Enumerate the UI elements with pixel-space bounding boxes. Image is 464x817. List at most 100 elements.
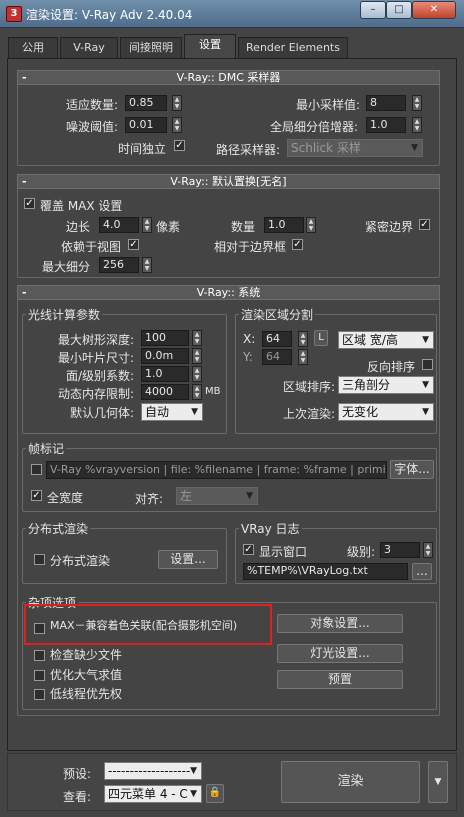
low-thread-checkbox[interactable] [34,689,45,700]
relative-bbox-checkbox[interactable]: ✓ [292,239,303,250]
region-y-field[interactable]: 64 [262,349,292,365]
region-y-spinner[interactable]: ▲ ▼ [298,349,308,365]
max-subdivs-spinner[interactable]: ▲ ▼ [142,257,152,273]
max-subdivs-field[interactable]: 256 [99,257,139,273]
edge-length-field[interactable]: 4.0 [99,217,139,233]
face-level-coef-label: 面/级别系数: [66,369,135,383]
preset-dropdown[interactable]: ------------------- ▼ [104,762,202,780]
tab-gi[interactable]: 间接照明 [120,37,182,58]
pixels-label: 像素 [156,220,181,234]
window-title: 渲染设置: V-Ray Adv 2.40.04 [26,8,193,22]
dmc-rollout-header[interactable]: - V-Ray:: DMC 采样器 [17,70,440,85]
full-width-label: 全宽度 [47,491,84,505]
region-mode-dropdown[interactable]: 区域 宽/高 ▼ [338,331,434,349]
log-level-field[interactable]: 3 [380,542,420,558]
tab-common[interactable]: 公用 [8,37,58,58]
min-leaf-size-spinner[interactable]: ▲ ▼ [192,348,202,364]
region-x-spinner[interactable]: ▲ ▼ [298,331,308,347]
log-level-spinner[interactable]: ▲ ▼ [423,542,433,558]
max-tree-depth-spinner[interactable]: ▲ ▼ [192,330,202,346]
tab-vray[interactable]: V-Ray [60,37,118,58]
max-tree-depth-field[interactable]: 100 [141,330,189,346]
region-y-label: Y: [243,350,253,364]
region-x-field[interactable]: 64 [262,331,292,347]
global-subdivs-label: 全局细分倍增器: [270,120,359,134]
log-path-field[interactable]: %TEMP%\VRayLog.txt [243,563,408,580]
max-compat-checkbox[interactable] [34,623,45,634]
dynamic-memory-field[interactable]: 4000 [141,384,189,400]
amount-label: 数量 [231,220,256,234]
lock-icon[interactable]: 🔒 [206,784,224,803]
light-settings-button[interactable]: 灯光设置... [277,644,403,663]
region-group-title: 渲染区域分割 [239,306,316,323]
previous-render-label: 上次渲染: [283,407,336,421]
region-sequence-dropdown[interactable]: 三角剖分 ▼ [338,376,434,394]
justify-dropdown[interactable]: 左 ▼ [176,487,258,505]
lock-xy-button[interactable]: L [314,330,328,346]
presets-button[interactable]: 预置 [277,670,403,689]
app-icon: 3 [6,6,22,22]
frame-stamp-checkbox[interactable] [31,464,42,475]
frame-stamp-text-field[interactable]: V-Ray %vrayversion | file: %filename | f… [46,461,387,479]
object-settings-button[interactable]: 对象设置... [277,614,403,633]
noise-threshold-spinner[interactable]: ▲ ▼ [172,117,182,133]
previous-render-dropdown[interactable]: 无变化 ▼ [338,403,434,421]
min-samples-field[interactable]: 8 [366,95,406,111]
max-tree-depth-label: 最大树形深度: [58,333,135,347]
noise-threshold-label: 噪波阈值: [66,120,119,134]
global-subdivs-field[interactable]: 1.0 [366,117,406,133]
adaptive-amount-label: 适应数量: [66,98,119,112]
check-missing-files-checkbox[interactable] [34,650,45,661]
tight-bounds-checkbox[interactable]: ✓ [419,219,430,230]
amount-spinner[interactable]: ▲ ▼ [306,217,316,233]
min-samples-label: 最小采样值: [296,98,361,112]
log-browse-button[interactable]: ... [412,563,432,580]
time-independent-checkbox[interactable]: ✓ [174,140,185,151]
edge-length-spinner[interactable]: ▲ ▼ [142,217,152,233]
system-rollout-header[interactable]: - V-Ray:: 系统 [17,285,440,300]
minimize-button[interactable]: – [360,1,386,19]
amount-field[interactable]: 1.0 [264,217,304,233]
min-leaf-size-label: 最小叶片尺寸: [58,351,135,365]
tight-bounds-label: 紧密边界 [365,220,414,234]
face-level-coef-field[interactable]: 1.0 [141,366,189,382]
default-geometry-dropdown[interactable]: 自动 ▼ [141,403,203,421]
min-samples-spinner[interactable]: ▲ ▼ [412,95,422,111]
view-dropdown[interactable]: 四元菜单 4 - C ▼ [104,785,202,803]
tab-settings[interactable]: 设置 [184,34,236,59]
override-max-checkbox[interactable]: ✓ [24,198,35,209]
optimize-atmo-checkbox[interactable] [34,670,45,681]
optimize-atmo-label: 优化大气求值 [50,668,123,682]
show-window-label: 显示窗口 [259,545,308,559]
adaptive-amount-spinner[interactable]: ▲ ▼ [172,95,182,111]
tab-render-elements[interactable]: Render Elements [238,37,348,58]
reverse-sequence-label: 反向排序 [367,360,416,374]
view-dependent-checkbox[interactable]: ✓ [128,239,139,250]
distributed-settings-button[interactable]: 设置... [158,550,218,569]
reverse-sequence-checkbox[interactable] [422,359,433,370]
distributed-render-checkbox[interactable] [34,554,45,565]
close-button[interactable]: ✕ [412,1,456,19]
face-level-coef-spinner[interactable]: ▲ ▼ [192,366,202,382]
adaptive-amount-field[interactable]: 0.85 [125,95,167,111]
dynamic-memory-label: 动态内存限制: [58,387,135,401]
relative-bbox-label: 相对于边界框 [214,240,287,254]
displacement-rollout-header[interactable]: - V-Ray:: 默认置换[无名] [17,174,440,189]
path-sampler-dropdown[interactable]: Schlick 采样 ▼ [287,139,423,157]
global-subdivs-spinner[interactable]: ▲ ▼ [412,117,422,133]
stamp-font-button[interactable]: 字体... [390,460,434,479]
frame-stamp-title: 帧标记 [26,440,67,457]
full-width-checkbox[interactable]: ✓ [31,490,42,501]
show-window-checkbox[interactable]: ✓ [243,544,254,555]
view-label: 查看: [63,790,92,804]
render-options-arrow[interactable]: ▼ [428,761,448,803]
render-button[interactable]: 渲染 [281,761,420,803]
view-dependent-label: 依赖于视图 [61,240,122,254]
maximize-button[interactable]: □ [386,1,412,19]
min-leaf-size-field[interactable]: 0.0m [141,348,189,364]
low-thread-label: 低线程优先权 [50,687,123,701]
region-sequence-label: 区域排序: [283,380,336,394]
dynamic-memory-spinner[interactable]: ▲ ▼ [192,384,202,400]
noise-threshold-field[interactable]: 0.01 [125,117,167,133]
edge-length-label: 边长 [66,220,91,234]
